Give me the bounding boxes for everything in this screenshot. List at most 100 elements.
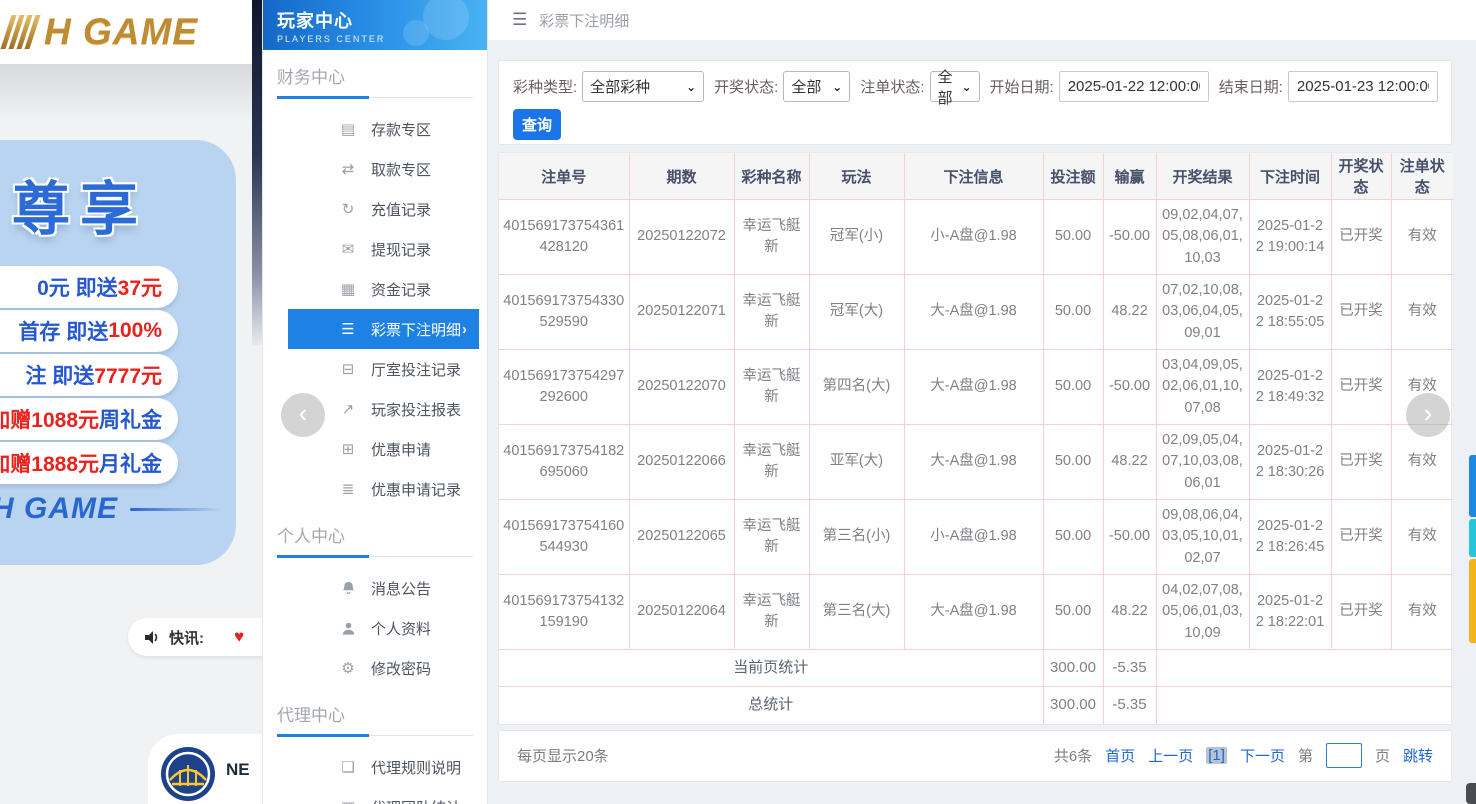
sidebar-item-bet-details[interactable]: ☰ 彩票下注明细 › [288, 309, 479, 349]
table-cell: 有效 [1390, 274, 1453, 350]
agent-rules-icon: ❏ [341, 758, 355, 776]
table-cell: 20250122064 [628, 574, 735, 650]
sidebar-section-label: 代理中心 [277, 706, 345, 725]
table-cell: 401569173754182695060 [499, 424, 630, 500]
search-button[interactable]: 查询 [513, 109, 561, 140]
floating-widget-dark[interactable] [1466, 783, 1476, 804]
jump-page-input[interactable] [1325, 743, 1362, 768]
sidebar-item-label: 资金记录 [371, 281, 432, 299]
sidebar-item-funds-record[interactable]: ▦ 资金记录 [288, 269, 479, 309]
sidebar-item-withdraw-record[interactable]: ✉ 提现记录 [288, 229, 479, 269]
table-cell: 401569173754160544930 [499, 499, 630, 575]
sidebar-item-agent-team-stats[interactable]: ▥ 代理团队统计 [288, 787, 479, 804]
table-cell: 20250122066 [628, 424, 735, 500]
table-cell: 有效 [1390, 199, 1453, 275]
table-cell: 50.00 [1042, 349, 1104, 425]
table-cell: 小-A盘@1.98 [903, 499, 1044, 575]
table-cell: -50.00 [1102, 499, 1157, 575]
table-cell: 2025-01-22 19:00:14 [1248, 199, 1332, 275]
bet-report-icon: ↗ [341, 400, 355, 418]
table-cell: 20250122072 [628, 199, 735, 275]
sidebar-item-deposit[interactable]: ▤ 存款专区 [288, 109, 479, 149]
chevron-down-icon: ⌄ [832, 79, 843, 94]
table-cell: 401569173754297292600 [499, 349, 630, 425]
announcement-icon [338, 580, 358, 596]
background-strip [252, 0, 262, 345]
table-cell: 幸运飞艇新 [733, 574, 810, 650]
table-cell: 03,04,09,05,02,06,01,10,07,08 [1155, 349, 1250, 425]
summary-bet-total: 300.00 [1042, 686, 1104, 724]
table-cell: 第四名(大) [808, 349, 905, 425]
jump-suffix: 页 [1374, 748, 1390, 765]
section-underline [277, 734, 473, 737]
next-page-link[interactable]: 下一页 [1240, 745, 1285, 766]
withdraw-record-icon: ✉ [341, 240, 355, 258]
menu-toggle-icon[interactable]: ☰ [512, 10, 527, 30]
promo-pill: 首存 即送 100% [0, 310, 178, 352]
table-cell: 401569173754132159190 [499, 574, 630, 650]
table-cell: 已开奖 [1330, 499, 1392, 575]
draw-status-select[interactable]: 全部 ⌄ [783, 71, 851, 102]
table-cell: 50.00 [1042, 499, 1104, 575]
pagination-bar: 每页显示20条 共6条 首页 上一页 [1] 下一页 第 页 跳转 [498, 729, 1452, 782]
draw-status-label: 开奖状态: [714, 79, 779, 96]
jump-button[interactable]: 跳转 [1403, 745, 1433, 766]
column-header: 下注时间 [1248, 153, 1332, 200]
sidebar-header: 玩家中心 PLAYERS CENTER [263, 0, 487, 50]
page-size-text: 每页显示20条 [517, 748, 609, 765]
section-underline [277, 96, 473, 99]
sidebar-item-announcement[interactable]: 消息公告 [288, 568, 479, 608]
sidebar-item-promo-record[interactable]: ≣ 优惠申请记录 [288, 469, 479, 509]
table-cell: 48.22 [1102, 424, 1157, 500]
table-cell: 50.00 [1042, 424, 1104, 500]
summary-label: 总统计 [499, 686, 1044, 724]
promo-apply-icon: ⊞ [341, 440, 355, 458]
carousel-next-button[interactable]: › [1406, 393, 1450, 437]
sidebar-item-change-password[interactable]: ⚙ 修改密码 [288, 648, 479, 688]
first-page-link[interactable]: 首页 [1105, 745, 1135, 766]
end-date-input[interactable] [1287, 71, 1438, 102]
table-cell: 20250122071 [628, 274, 735, 350]
topbar: ☰ 彩票下注明细 [488, 0, 1476, 40]
table-cell: -50.00 [1102, 199, 1157, 275]
profile-icon [338, 620, 358, 636]
table-cell: 20250122065 [628, 499, 735, 575]
promo-pill: 加赠1088元周礼金 [0, 398, 178, 440]
table-row: 401569173754361428120 20250122072 幸运飞艇新 冠军(… [499, 199, 1453, 275]
lottery-type-label: 彩种类型: [513, 79, 578, 96]
chevron-down-icon: ⌄ [686, 79, 697, 94]
sidebar-section-label: 财务中心 [277, 68, 345, 87]
column-header: 下注信息 [903, 153, 1044, 200]
speaker-icon [145, 630, 158, 644]
sidebar-item-label: 修改密码 [371, 660, 432, 678]
floating-widget-cyan[interactable] [1469, 519, 1476, 557]
pagination-controls: 共6条 首页 上一页 [1] 下一页 第 页 跳转 [1054, 743, 1433, 768]
sidebar-item-recharge-record[interactable]: ↻ 充值记录 [288, 189, 479, 229]
carousel-prev-button[interactable]: ‹ [281, 393, 325, 437]
sidebar-item-label: 个人资料 [371, 620, 432, 638]
withdraw-icon: ⇄ [341, 160, 355, 178]
floating-widget-yellow[interactable] [1469, 559, 1476, 643]
sidebar-item-profile[interactable]: 个人资料 [288, 608, 479, 648]
table-cell: 大-A盘@1.98 [903, 424, 1044, 500]
sidebar-item-agent-rules[interactable]: ❏ 代理规则说明 [288, 747, 479, 787]
table-cell: 48.22 [1102, 274, 1157, 350]
table-cell: 50.00 [1042, 199, 1104, 275]
sidebar-item-promo-apply[interactable]: ⊞ 优惠申请 [288, 429, 479, 469]
table-cell: 2025-01-22 18:26:45 [1248, 499, 1332, 575]
summary-empty [1155, 686, 1453, 724]
table-cell: 大-A盘@1.98 [903, 349, 1044, 425]
floating-widget-blue[interactable] [1469, 455, 1476, 517]
prev-page-link[interactable]: 上一页 [1148, 745, 1193, 766]
table-row: 401569173754160544930 20250122065 幸运飞艇新 第三名… [499, 499, 1453, 575]
start-date-input[interactable] [1058, 71, 1209, 102]
lottery-type-select[interactable]: 全部彩种 ⌄ [582, 71, 705, 102]
table-cell: 2025-01-22 18:22:01 [1248, 574, 1332, 650]
summary-label: 当前页统计 [499, 649, 1044, 687]
bet-status-select[interactable]: 全部 ⌄ [929, 69, 980, 107]
table-cell: 已开奖 [1330, 274, 1392, 350]
column-header: 注单号 [499, 153, 630, 200]
sidebar-item-hall-bet-record[interactable]: ⊟ 厅室投注记录 [288, 349, 479, 389]
sidebar-item-label: 优惠申请记录 [371, 481, 462, 499]
sidebar-item-withdraw[interactable]: ⇄ 取款专区 [288, 149, 479, 189]
